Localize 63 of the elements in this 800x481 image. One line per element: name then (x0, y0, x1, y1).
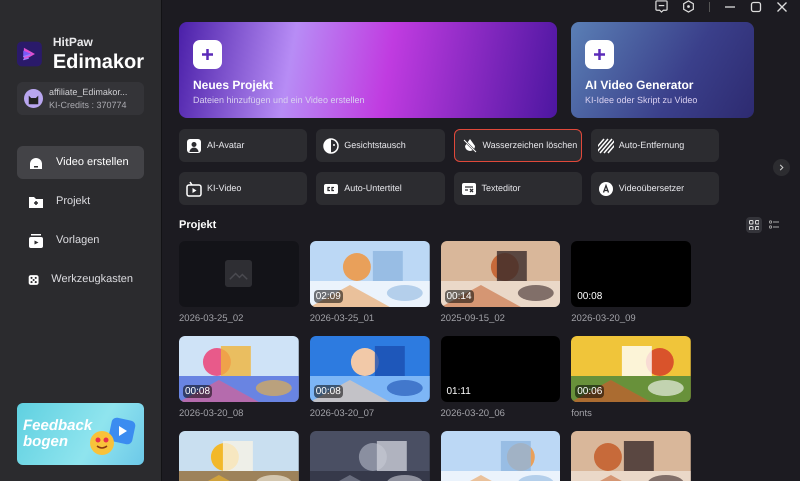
account-name: affiliate_Edimakor... (49, 86, 128, 98)
section-title: Projekt (179, 218, 216, 233)
project-name: fonts (571, 406, 593, 421)
card-subtitle: Dateien hinzufügen und ein Video erstellen (193, 94, 366, 107)
tool-button[interactable]: AI-Avatar (179, 129, 308, 162)
stripes-icon (598, 138, 614, 154)
project-thumbnail[interactable]: 00:08 (571, 240, 691, 306)
plus-icon (585, 40, 614, 68)
tool-button[interactable]: Gesichtstausch (316, 129, 444, 162)
avatar (24, 89, 43, 108)
project-thumbnail[interactable] (179, 240, 299, 306)
project-name: 2026-03-20_09 (571, 312, 637, 326)
video-icon (186, 180, 202, 196)
project-name: 2026-03-20_07 (310, 406, 376, 421)
no-drop-icon (462, 138, 478, 154)
project-name: 2026-03-25_01 (310, 312, 376, 326)
create-card[interactable]: Neues Projekt Dateien hinzufügen und ein Video erstellen (179, 22, 557, 118)
avatar-icon (186, 138, 202, 154)
face-swap-icon (323, 138, 340, 154)
nav-item[interactable]: Projekt (17, 185, 144, 218)
close-icon[interactable] (776, 0, 788, 12)
duration-badge: 00:08 (183, 384, 212, 398)
nav-item[interactable]: Vorlagen (17, 224, 144, 257)
brand-subtitle: HitPaw (52, 36, 94, 48)
project-name: 2025-09-15_02 (440, 312, 506, 326)
project-thumbnail[interactable]: 01:11 (440, 336, 560, 402)
ai-credits: KI-Credits : 370774 (49, 98, 128, 112)
brand-name: Edimakor (52, 52, 144, 72)
settings-icon[interactable] (682, 0, 695, 13)
tool-button[interactable]: Texteditor (454, 172, 582, 205)
translate-icon (598, 180, 614, 196)
nav-item[interactable]: Werkzeugkasten (17, 263, 144, 296)
tool-button[interactable]: Auto-Entfernung (590, 129, 719, 162)
tool-button[interactable]: Wasserzeichen löschen (454, 129, 582, 162)
card-title: AI Video Generator (585, 76, 694, 94)
plus-icon (193, 40, 222, 68)
list-icon (769, 220, 779, 230)
feedback-icon[interactable] (655, 0, 668, 13)
feedback-label: Feedback bogen (23, 418, 93, 450)
card-title: Neues Projekt (193, 76, 274, 94)
duration-badge: 00:08 (314, 384, 343, 398)
tool-button[interactable]: Videoübersetzer (590, 172, 719, 205)
image-placeholder-icon (225, 260, 252, 287)
duration-badge: 00:14 (444, 290, 474, 302)
project-name: 2026-03-20_08 (179, 406, 244, 421)
project-name: 2026-03-20_06 (440, 406, 506, 421)
project-name: 2026-03-25_02 (179, 312, 244, 326)
duration-badge: 00:08 (575, 290, 604, 302)
nav-item[interactable]: Video erstellen (17, 146, 144, 179)
maximize-icon[interactable] (750, 0, 762, 12)
grid-view-button[interactable] (746, 217, 762, 234)
duration-badge: 02:09 (314, 290, 343, 302)
chevron-right-icon (778, 164, 785, 170)
card-subtitle: KI-Idee oder Skript zu Video (585, 94, 698, 107)
tool-button[interactable]: KI-Video (179, 172, 308, 205)
tool-button[interactable]: Auto-Untertitel (316, 172, 444, 205)
grid-icon (749, 220, 759, 230)
text-editor-icon (460, 180, 476, 196)
next-button[interactable] (773, 158, 790, 176)
account-card[interactable]: affiliate_Edimakor... KI-Credits : 370774 (17, 82, 144, 115)
duration-badge: 00:06 (575, 384, 604, 398)
create-card[interactable]: AI Video Generator KI-Idee oder Skript zu Video (571, 22, 754, 118)
template-icon (28, 232, 44, 248)
